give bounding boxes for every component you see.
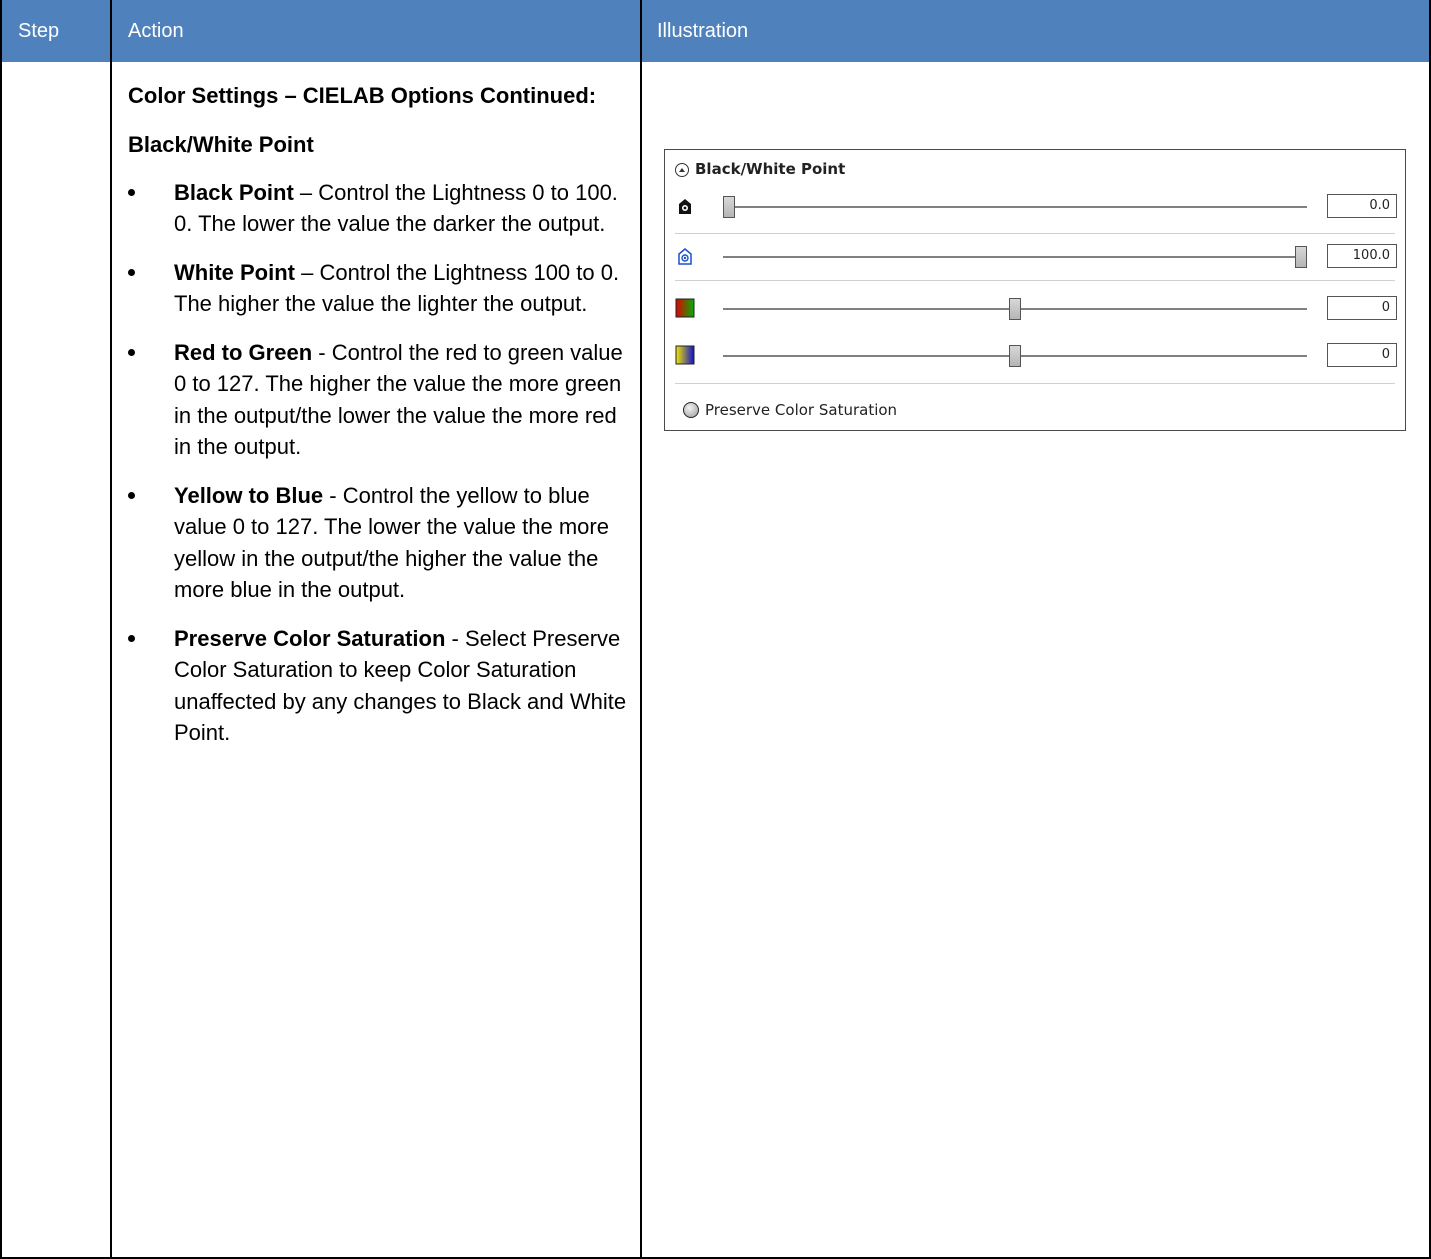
radio-button-icon[interactable] [683,402,699,418]
black-point-slider-track[interactable] [723,206,1307,208]
white-point-icon [678,248,692,265]
bullet-preserve-color-saturation: Preserve Color Saturation - Select Prese… [128,623,628,749]
preserve-color-saturation-label: Preserve Color Saturation [705,401,898,419]
bullet-icon [128,634,135,642]
bullet-term: White Point [174,259,295,285]
slider-row-black-point: 0.0 [675,188,1397,224]
white-point-slider-track[interactable] [723,256,1307,258]
slider-row-yellow-blue: 0 [675,337,1397,373]
action-cell: Color Settings – CIELAB Options Continue… [128,80,628,766]
yellow-blue-slider-thumb[interactable] [1009,345,1021,367]
table-column-divider-1 [110,0,112,1259]
slider-divider [675,383,1395,384]
panel-title: Black/White Point [695,160,846,178]
bullet-icon [128,188,135,196]
bullet-white-point: White Point – Control the Lightness 100 … [128,257,628,320]
black-point-value-field[interactable]: 0.0 [1327,194,1397,218]
slider-row-white-point: 100.0 [675,238,1397,274]
red-green-slider-thumb[interactable] [1009,298,1021,320]
table-header-row: Step Action Illustration [0,0,1431,62]
table-border-left [0,0,2,1259]
header-action: Action [128,20,184,42]
document-table: Step Action Illustration Color Settings … [0,0,1431,1259]
header-step: Step [18,20,60,42]
bullet-term: Preserve Color Saturation [174,625,446,651]
bullet-black-point: Black Point – Control the Lightness 0 to… [128,177,628,240]
bullet-term: Black Point [174,179,294,205]
black-white-point-panel: Black/White Point 0.0 100.0 0 0 Preserve… [664,149,1406,431]
black-point-slider-thumb[interactable] [723,196,735,218]
preserve-color-saturation-option[interactable]: Preserve Color Saturation [683,400,897,420]
slider-row-red-green: 0 [675,290,1397,326]
slider-divider [675,233,1395,234]
bullet-icon [128,491,135,499]
slider-divider [675,280,1395,281]
bullet-icon [128,348,135,356]
action-title: Color Settings – CIELAB Options Continue… [128,83,597,108]
red-green-swatch-icon [675,298,695,318]
red-green-value-field[interactable]: 0 [1327,296,1397,320]
bullet-icon [128,268,135,276]
white-point-value-field[interactable]: 100.0 [1327,244,1397,268]
table-top-border [0,0,1431,1]
header-illustration: Illustration [657,20,749,42]
bullet-yellow-to-blue: Yellow to Blue - Control the yellow to b… [128,480,628,606]
bullet-term: Red to Green [174,339,313,365]
bullet-red-to-green: Red to Green - Control the red to green … [128,337,628,463]
action-bullet-list: Black Point – Control the Lightness 0 to… [128,177,628,749]
panel-header[interactable]: Black/White Point [675,158,845,180]
black-point-icon [679,199,691,214]
action-subheading: Black/White Point [128,132,314,157]
bullet-term: Yellow to Blue [174,482,324,508]
yellow-blue-swatch-icon [675,345,695,365]
yellow-blue-value-field[interactable]: 0 [1327,343,1397,367]
white-point-slider-thumb[interactable] [1295,246,1307,268]
collapse-up-icon[interactable] [675,163,689,177]
table-column-divider-2 [640,0,642,1259]
